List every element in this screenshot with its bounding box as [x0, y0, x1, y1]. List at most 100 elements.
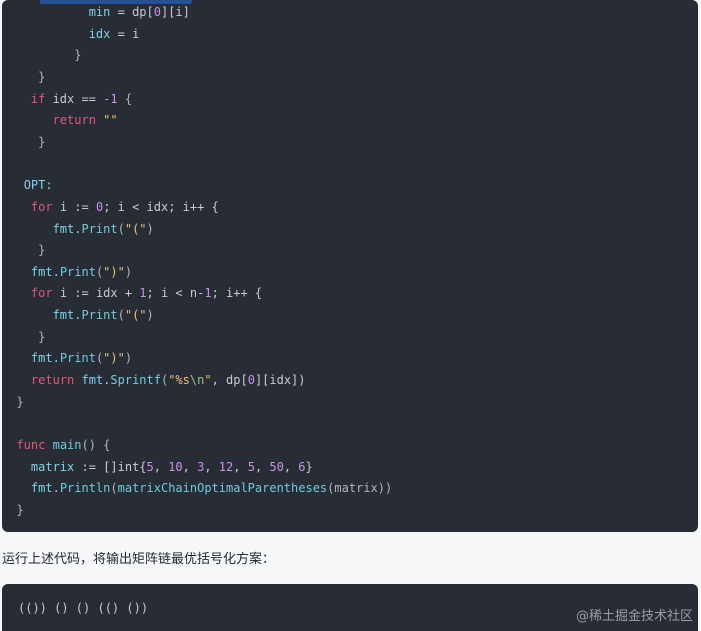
- code-line: if idx == -1 {: [2, 90, 132, 108]
- code-line: }: [2, 393, 24, 411]
- code-line: }: [2, 501, 24, 519]
- code-line: return fmt.Sprintf("%s\n", dp[0][idx]): [2, 371, 306, 389]
- code-line: OPT:: [2, 176, 53, 194]
- code-line: fmt.Print(")"): [2, 263, 132, 281]
- output-description: 运行上述代码，将输出矩阵链最优括号化方案：: [2, 552, 276, 567]
- code-token: min: [88, 5, 111, 19]
- code-token: return: [52, 113, 96, 128]
- code-line: }: [2, 46, 81, 64]
- code-token: for: [30, 199, 53, 214]
- code-token: ][i]: [160, 5, 190, 19]
- code-token: func: [16, 438, 46, 452]
- code-token: ,: [233, 459, 248, 474]
- code-token: \n: [189, 373, 205, 388]
- code-line: idx = i: [2, 25, 140, 43]
- code-line: for i := 0; i < idx; i++ {: [2, 198, 219, 216]
- code-token: ): [124, 351, 133, 366]
- code-token: 0: [247, 373, 255, 388]
- code-token: 6: [298, 459, 306, 474]
- code-token: (: [117, 308, 125, 323]
- code-token: }: [74, 48, 82, 63]
- code-line: for i := idx + 1; i < n-1; i++ {: [2, 284, 262, 302]
- code-token: for: [30, 286, 53, 301]
- code-token: "(": [124, 221, 147, 236]
- code-token: 12: [218, 459, 234, 474]
- code-token: Print: [59, 264, 96, 279]
- code-line: }: [2, 133, 45, 151]
- code-token: Print: [81, 221, 118, 236]
- code-token: "": [103, 113, 118, 128]
- code-line: fmt.Print("("): [2, 306, 154, 324]
- code-line: }: [2, 328, 45, 346]
- code-token: 50: [269, 459, 284, 474]
- code-line: fmt.Print("("): [2, 220, 154, 238]
- code-token: 1: [204, 286, 212, 301]
- code-token: Println: [59, 481, 111, 496]
- code-token: return: [30, 373, 75, 388]
- code-token: }: [38, 329, 46, 344]
- code-token: ): [124, 264, 133, 279]
- code-token: "(": [124, 308, 147, 323]
- code-block: min = dp[0][i] idx = i } } if idx == -1 …: [2, 0, 698, 532]
- code-token: fmt.: [30, 264, 60, 279]
- code-line: matrix := []int{5, 10, 3, 12, 5, 50, 6}: [2, 458, 313, 476]
- code-token: }: [38, 69, 46, 84]
- code-token: fmt.: [52, 221, 82, 236]
- code-token: fmt.: [30, 351, 60, 366]
- code-token: = dp[: [110, 5, 154, 19]
- code-token: 5: [247, 459, 255, 474]
- code-token: idx: [88, 26, 111, 41]
- code-token: (: [110, 481, 118, 496]
- code-token: ,: [182, 459, 198, 474]
- code-token: main: [52, 438, 82, 452]
- code-token: fmt.: [74, 373, 111, 388]
- code-token: ": [204, 373, 212, 388]
- code-token: Print: [59, 351, 96, 366]
- code-token: ): [146, 308, 154, 323]
- code-token: fmt.: [30, 481, 60, 496]
- code-token: if: [30, 91, 46, 106]
- code-token: fmt.: [52, 308, 82, 323]
- code-token: ")": [103, 264, 125, 279]
- code-line: func main() {: [2, 436, 110, 454]
- code-token: 0: [153, 5, 161, 19]
- code-token: }: [38, 134, 46, 149]
- code-token: (matrix)): [327, 481, 393, 496]
- code-token: }: [16, 394, 24, 409]
- code-line: fmt.Print(")"): [2, 349, 132, 367]
- code-token: -1: [103, 91, 118, 106]
- code-token: }: [16, 502, 24, 517]
- code-token: 10: [168, 459, 183, 474]
- code-token: ): [146, 221, 154, 236]
- code-token: = i: [110, 26, 140, 41]
- code-token: ,: [283, 459, 299, 474]
- code-token: ; i++ {: [211, 286, 263, 301]
- code-token: ][idx]): [254, 373, 306, 388]
- code-token: {: [117, 91, 133, 106]
- code-token: ; i < n-: [146, 286, 205, 301]
- code-line: min = dp[0][i]: [2, 3, 190, 21]
- code-line: fmt.Println(matrixChainOptimalParenthese…: [2, 479, 392, 497]
- code-token: matrixChainOptimalParentheses: [117, 481, 328, 496]
- code-token: Sprintf: [110, 373, 161, 388]
